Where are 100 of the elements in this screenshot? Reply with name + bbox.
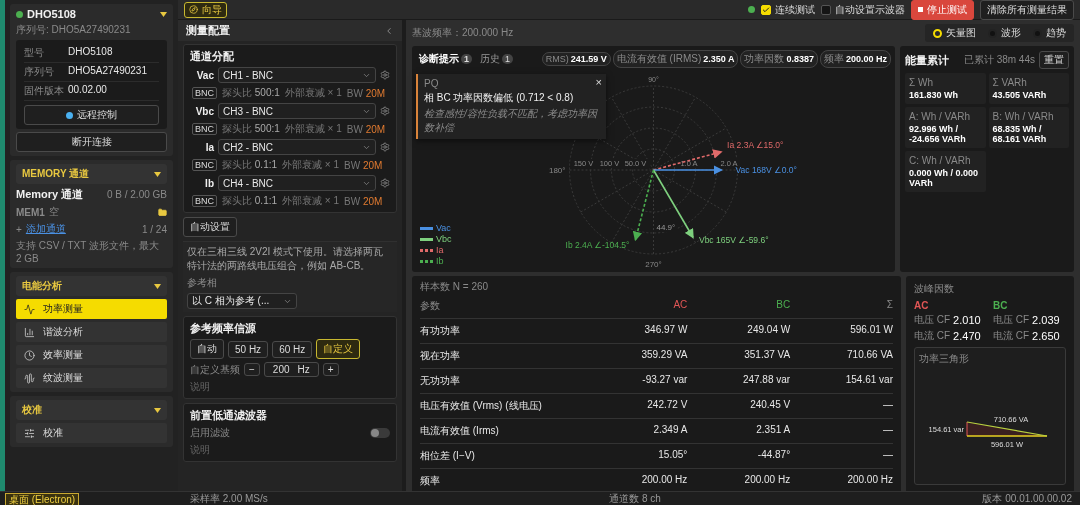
decrement-button[interactable]: −	[244, 363, 260, 376]
probe-ratio: 探头比 0.1:1	[222, 194, 278, 208]
table-cell-text: 无功功率	[420, 374, 461, 388]
check-icon	[762, 5, 770, 14]
settings-icon[interactable]	[380, 70, 390, 80]
table-cell-text: 2.351 A	[755, 424, 791, 437]
folder-icon[interactable]	[158, 207, 167, 217]
channel-select[interactable]: CH1 - BNC	[218, 67, 376, 83]
card-title: 参考频率信源	[190, 321, 257, 336]
info-value: DHO5A27490231	[68, 65, 148, 78]
memory-usage: 0 B / 2.00 GB	[106, 189, 167, 200]
channel-select[interactable]: CH2 - BNC	[218, 139, 376, 155]
table-cell-text: 有功功率	[420, 324, 461, 338]
section-title: 电能分析	[22, 279, 62, 293]
section-header[interactable]: 电能分析	[16, 276, 167, 296]
crest-label: 电流 CF	[914, 329, 951, 343]
energy-value: 43.505 VARh	[992, 90, 1048, 100]
metric-value: 0.8387	[786, 54, 814, 64]
bar-chart-icon	[24, 326, 35, 338]
nav-item[interactable]: 纹波测量	[16, 368, 167, 388]
table-cell-text: 710.66 VA	[846, 349, 893, 362]
collapse-icon[interactable]	[384, 25, 394, 36]
settings-icon[interactable]	[380, 178, 390, 188]
panel-title: 能量累计	[905, 52, 949, 68]
section-header[interactable]: MEMORY 通道	[16, 164, 167, 184]
channel-select[interactable]: CH3 - BNC	[218, 103, 376, 119]
metric-value: 2.350 A	[703, 54, 735, 64]
reference-phase-select[interactable]: 以 C 相为参考 (...	[187, 293, 297, 309]
reset-button[interactable]: 重置	[1039, 51, 1069, 69]
increment-button[interactable]: +	[322, 363, 339, 376]
probe-ratio: 探头比 500:1	[222, 86, 280, 100]
close-button[interactable]: ×	[595, 76, 602, 88]
unit-label: Hz	[297, 364, 310, 375]
channel-select[interactable]: CH4 - BNC	[218, 175, 376, 191]
connector-tag: BNC	[192, 159, 217, 171]
channel-name: Vbc	[194, 105, 214, 117]
panel-tab[interactable]: 历史 1	[477, 52, 517, 66]
section-header[interactable]: 校准	[16, 400, 167, 420]
section-title: MEMORY 通道	[22, 167, 90, 181]
table-cell-text: 相位差 (I−V)	[420, 449, 476, 463]
auto-setup-button[interactable]: 自动设置	[183, 217, 237, 237]
frequency-field[interactable]: 200 Hz	[263, 362, 319, 377]
table-cell-text: 247.88 var	[741, 374, 791, 387]
add-channel-link[interactable]: 添加通道	[25, 222, 66, 236]
channel-count: 1 / 24	[141, 223, 167, 235]
view-option[interactable]: 趋势	[1027, 26, 1072, 40]
empty-tag: 空	[48, 205, 59, 219]
panel-tab[interactable]: 诊断提示 1	[416, 52, 475, 66]
energy-label: C: Wh / VARh	[909, 155, 972, 166]
clear-results-button[interactable]: 清除所有测量结果	[980, 0, 1074, 20]
table-cell-text: 200.00 Hz	[846, 474, 893, 487]
settings-icon[interactable]	[380, 106, 390, 116]
caret-icon	[154, 283, 161, 289]
vector-label: Vbc 165V ∠-59.6°	[698, 235, 769, 246]
channel-name: Ib	[204, 177, 214, 189]
attenuation: 外部衰减 × 1	[282, 158, 339, 172]
nav-item[interactable]: 功率测量	[16, 299, 167, 319]
stop-test-button[interactable]: 停止测试	[911, 0, 974, 20]
frequency-option[interactable]: 60 Hz	[272, 340, 313, 358]
angle-label: 270°	[645, 260, 662, 269]
fundamental-frequency: 基波频率：200.000 Hz	[412, 26, 514, 40]
waveform-icon	[24, 372, 35, 384]
checkbox[interactable]	[821, 4, 831, 15]
filter-toggle[interactable]	[370, 428, 390, 438]
energy-value: 161.830 Wh	[909, 90, 960, 100]
legend-label: Vbc	[436, 234, 452, 244]
bandwidth: BW 20M	[346, 123, 386, 135]
view-option[interactable]: 波形	[982, 26, 1027, 40]
version-label: 版本 00.01.00.00.02	[981, 492, 1073, 505]
remote-control-button[interactable]: 远程控制	[24, 105, 159, 125]
disconnect-button[interactable]: 断开连接	[16, 132, 167, 152]
nav-item[interactable]: 谐波分析	[16, 322, 167, 342]
frequency-option[interactable]: 自动	[190, 339, 224, 359]
metric-label: 电流有效值 (IRMS)	[616, 52, 702, 66]
device-name: DHO5108	[27, 8, 76, 20]
plus-sign: +	[16, 223, 22, 235]
attenuation: 外部衰减 × 1	[282, 194, 339, 208]
vector-label: Ib 2.4A ∠-104.5°	[565, 239, 630, 250]
guide-button[interactable]: 向导	[184, 1, 227, 18]
table-cell-text: 200.00 Hz	[640, 474, 688, 487]
panel-title: 测量配置	[186, 23, 230, 38]
view-option[interactable]: 矢量图	[927, 26, 982, 40]
nav-item[interactable]: 效率测量	[16, 345, 167, 365]
compass-icon	[189, 5, 198, 14]
channel-name: Vac	[195, 69, 214, 81]
settings-icon[interactable]	[380, 142, 390, 152]
field-label: 参考相	[187, 276, 218, 290]
status-dot	[66, 111, 73, 119]
crest-label: 电压 CF	[914, 313, 951, 327]
info-label: 固件版本	[24, 84, 65, 98]
table-cell-text: —	[882, 424, 893, 437]
frequency-option[interactable]: 50 Hz	[228, 340, 269, 358]
frequency-option[interactable]: 自定义	[316, 339, 361, 359]
table-cell-text: 电流有效值 (Irms)	[420, 424, 500, 438]
card-title: 通道分配	[190, 49, 235, 64]
nav-item[interactable]: 校准	[16, 423, 167, 443]
memory-item: MEM1	[16, 206, 45, 218]
alert-title: 相 BC 功率因数偏低 (0.712 < 0.8)	[424, 91, 574, 105]
metric-value: 241.59 V	[570, 54, 607, 64]
metric-label: 功率因数	[744, 52, 785, 66]
